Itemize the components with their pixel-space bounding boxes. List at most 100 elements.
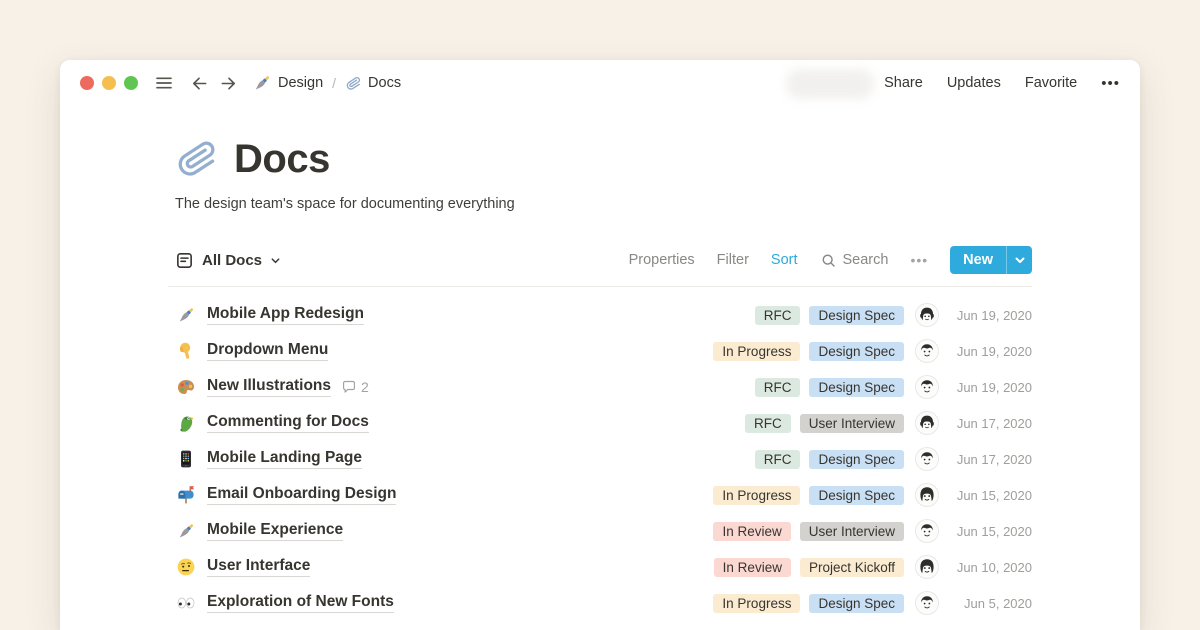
- type-tag: User Interview: [800, 414, 904, 433]
- search-button[interactable]: Search: [820, 252, 889, 269]
- properties-button[interactable]: Properties: [629, 252, 695, 268]
- raised-eyebrow-icon: [175, 556, 197, 578]
- doc-title-link[interactable]: Email Onboarding Design: [207, 485, 396, 505]
- table-row[interactable]: Exploration of New FontsIn ProgressDesig…: [168, 585, 1032, 621]
- new-button[interactable]: New: [950, 246, 1032, 274]
- page-header: Docs: [168, 136, 1032, 182]
- breadcrumb-item-design[interactable]: Design: [252, 73, 323, 93]
- search-label: Search: [843, 252, 889, 268]
- avatar: [916, 556, 938, 578]
- doc-title-link[interactable]: Commenting for Docs: [207, 413, 369, 433]
- table-row[interactable]: Commenting for DocsRFCUser InterviewJun …: [168, 405, 1032, 441]
- doc-title-link[interactable]: Exploration of New Fonts: [207, 593, 394, 613]
- edited-date: Jun 15, 2020: [944, 524, 1032, 539]
- status-tag: RFC: [745, 414, 791, 433]
- row-meta: RFCDesign SpecJun 19, 2020: [746, 376, 1032, 398]
- avatar: [916, 340, 938, 362]
- status-tag: RFC: [755, 306, 801, 325]
- sidebar-menu-icon[interactable]: [154, 73, 174, 93]
- filter-button[interactable]: Filter: [717, 252, 749, 268]
- table-row[interactable]: Mobile App Redesign RFC Design Spec Jun 19,…: [168, 297, 1032, 333]
- mobile-phone-icon: [175, 448, 197, 470]
- view-toolbar: All Docs Properties Filter Sort Search •…: [168, 246, 1032, 287]
- mailbox-icon: [175, 484, 197, 506]
- breadcrumb-label: Design: [278, 75, 323, 91]
- doc-title-link[interactable]: Mobile App Redesign: [207, 305, 364, 325]
- blurred-user-label: [786, 69, 874, 99]
- row-meta: In ReviewProject KickoffJun 10, 2020: [705, 556, 1032, 578]
- type-tag: Design Spec: [809, 342, 904, 361]
- updates-button[interactable]: Updates: [947, 75, 1001, 91]
- search-icon: [820, 252, 837, 269]
- doc-title-link[interactable]: Dropdown Menu: [207, 341, 328, 361]
- back-arrow-icon[interactable]: [190, 74, 209, 93]
- type-tag: User Interview: [800, 522, 904, 541]
- edited-date: Jun 10, 2020: [944, 560, 1032, 575]
- close-window-button[interactable]: [80, 76, 94, 90]
- table-row[interactable]: Dropdown Menu In Progress Design Spec Jun 1…: [168, 333, 1032, 369]
- breadcrumb-item-docs[interactable]: Docs: [345, 75, 401, 92]
- row-meta: In Progress Design Spec Jun 15, 2020: [704, 484, 1032, 506]
- view-selector[interactable]: All Docs: [175, 251, 281, 270]
- paintbrush-icon: [252, 73, 272, 93]
- row-meta: RFC Design Spec Jun 17, 2020: [746, 448, 1032, 470]
- type-tag: Project Kickoff: [800, 558, 904, 577]
- list-view-icon: [175, 251, 194, 270]
- minimize-window-button[interactable]: [102, 76, 116, 90]
- doc-title-link[interactable]: New Illustrations: [207, 377, 331, 397]
- doc-title-link[interactable]: User Interface: [207, 557, 310, 577]
- comment-count: 2: [341, 379, 369, 395]
- table-row[interactable]: Mobile ExperienceIn ReviewUser Interview…: [168, 513, 1032, 549]
- type-tag: Design Spec: [809, 306, 904, 325]
- chevron-down-icon: [270, 255, 281, 266]
- comment-bubble-icon: [341, 379, 357, 395]
- new-button-chevron[interactable]: [1006, 246, 1032, 274]
- maximize-window-button[interactable]: [124, 76, 138, 90]
- table-row[interactable]: Email Onboarding Design In Progress Design…: [168, 477, 1032, 513]
- sort-button[interactable]: Sort: [771, 252, 798, 268]
- avatar: [916, 304, 938, 326]
- edited-date: Jun 15, 2020: [944, 488, 1032, 503]
- type-tag: Design Spec: [809, 486, 904, 505]
- favorite-button[interactable]: Favorite: [1025, 75, 1077, 91]
- comment-count-value: 2: [361, 379, 369, 395]
- titlebar: Design / Docs Share Updates Favorite •••: [60, 60, 1140, 106]
- row-meta: RFCUser InterviewJun 17, 2020: [736, 412, 1032, 434]
- edited-date: Jun 19, 2020: [944, 308, 1032, 323]
- toolbar-actions: Properties Filter Sort Search ••• New: [629, 246, 1032, 274]
- status-tag: In Progress: [713, 594, 800, 613]
- eyes-icon: [175, 592, 197, 614]
- traffic-lights: [80, 76, 138, 90]
- paintbrush-icon: [175, 520, 197, 542]
- table-row[interactable]: New Illustrations2RFCDesign SpecJun 19, …: [168, 369, 1032, 405]
- status-tag: In Progress: [713, 342, 800, 361]
- doc-title-link[interactable]: Mobile Landing Page: [207, 449, 362, 469]
- avatar: [916, 412, 938, 434]
- palette-icon: [175, 376, 197, 398]
- type-tag: Design Spec: [809, 378, 904, 397]
- doc-title-link[interactable]: Mobile Experience: [207, 521, 343, 541]
- more-options-button[interactable]: •••: [1101, 75, 1120, 92]
- avatar: [916, 376, 938, 398]
- share-button[interactable]: Share: [884, 75, 923, 91]
- avatar: [916, 484, 938, 506]
- status-tag: RFC: [755, 378, 801, 397]
- page-title: Docs: [234, 137, 330, 182]
- row-meta: In Progress Design Spec Jun 19, 2020: [704, 340, 1032, 362]
- docs-list: Mobile App Redesign RFC Design Spec Jun 19,…: [168, 297, 1032, 621]
- row-meta: In ReviewUser InterviewJun 15, 2020: [704, 520, 1032, 542]
- table-row[interactable]: User InterfaceIn ReviewProject KickoffJu…: [168, 549, 1032, 585]
- status-tag: In Progress: [713, 486, 800, 505]
- forward-arrow-icon[interactable]: [219, 74, 238, 93]
- table-row[interactable]: Mobile Landing Page RFC Design Spec Jun 17,…: [168, 441, 1032, 477]
- paintbrush-icon: [175, 304, 197, 326]
- edited-date: Jun 19, 2020: [944, 344, 1032, 359]
- view-more-options-button[interactable]: •••: [910, 252, 928, 268]
- view-selector-label: All Docs: [202, 252, 262, 269]
- pointing-down-icon: [175, 340, 197, 362]
- status-tag: RFC: [755, 450, 801, 469]
- type-tag: Design Spec: [809, 450, 904, 469]
- edited-date: Jun 17, 2020: [944, 452, 1032, 467]
- new-button-label[interactable]: New: [950, 246, 1006, 274]
- paperclip-page-icon[interactable]: [174, 136, 220, 182]
